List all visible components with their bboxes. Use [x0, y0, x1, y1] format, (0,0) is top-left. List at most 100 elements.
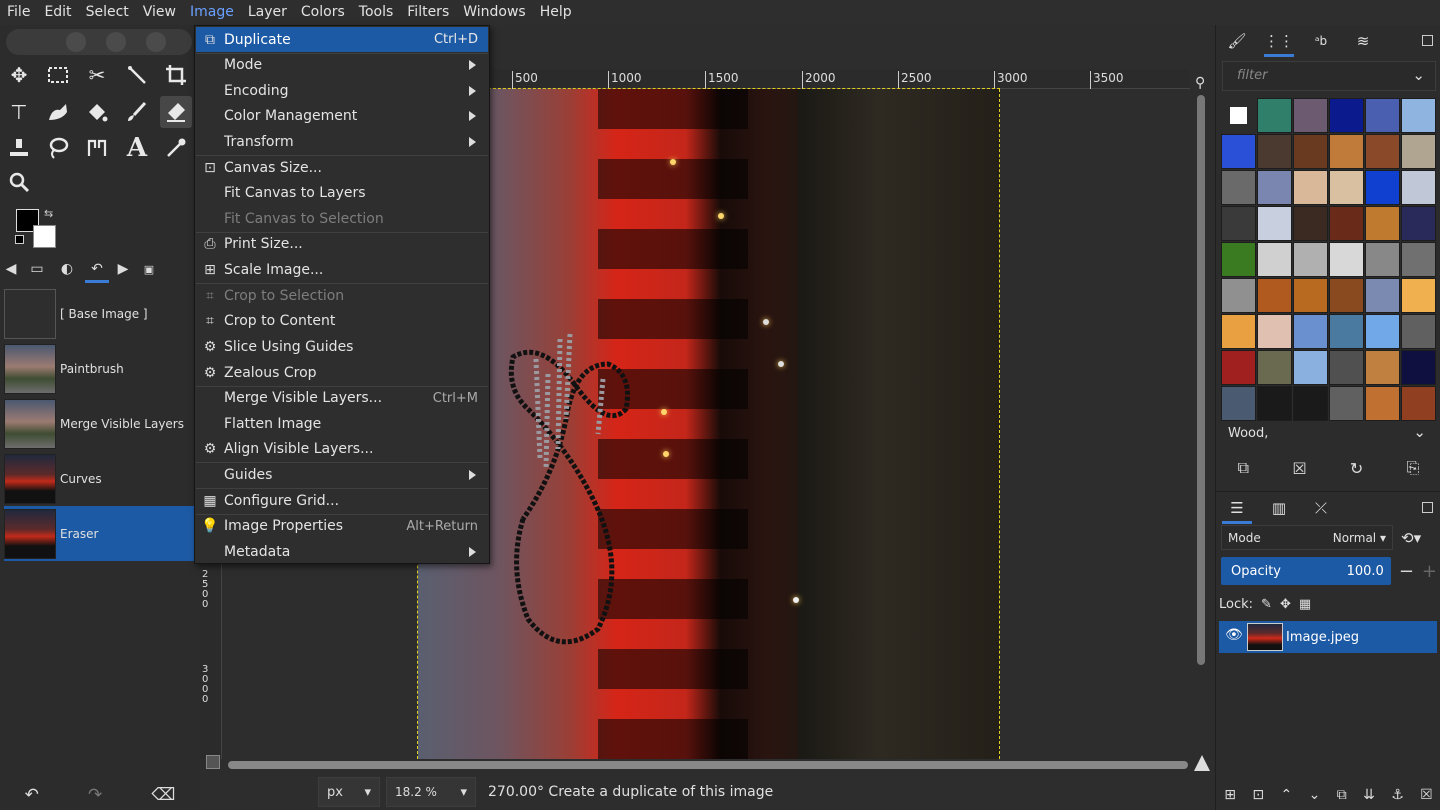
raise-layer-icon[interactable]: ⌃	[1280, 787, 1292, 803]
pattern-swatch[interactable]	[1221, 278, 1256, 313]
menu-item-crop-to-content[interactable]: ⌗ Crop to Content	[196, 309, 488, 334]
pattern-swatch[interactable]	[1365, 314, 1400, 349]
eye-icon[interactable]: 👁	[1225, 627, 1243, 643]
menu-select[interactable]: Select	[79, 0, 136, 25]
pattern-swatch[interactable]	[1257, 242, 1292, 277]
color-picker-tool-icon[interactable]	[160, 132, 192, 164]
lock-alpha-icon[interactable]: ▦	[1299, 597, 1311, 612]
zoom-select[interactable]: 18.2 % ▾	[386, 777, 476, 807]
navigate-icon[interactable]	[1194, 755, 1210, 771]
menu-item-configure-grid[interactable]: ▦ Configure Grid...	[196, 488, 488, 513]
chevron-down-icon[interactable]: ⌄	[1413, 423, 1426, 441]
pattern-swatch[interactable]	[1221, 170, 1256, 205]
tab-fonts-icon[interactable]: ᵃb	[1300, 25, 1342, 57]
menu-item-merge-visible-layers[interactable]: Merge Visible Layers... Ctrl+M	[196, 386, 488, 411]
menu-view[interactable]: View	[136, 0, 183, 25]
tab-brushes-icon[interactable]: 🖌	[1216, 25, 1258, 57]
pattern-swatch[interactable]	[1401, 314, 1436, 349]
pattern-swatch[interactable]	[1401, 170, 1436, 205]
tab-scroll-left-icon[interactable]: ◀	[0, 255, 22, 283]
opacity-slider[interactable]: Opacity 100.0	[1221, 557, 1391, 585]
pattern-swatch[interactable]	[1293, 350, 1328, 385]
zoom-tool-icon[interactable]	[3, 166, 35, 198]
pattern-swatch[interactable]	[1329, 206, 1364, 241]
paths-tool-icon[interactable]	[81, 132, 113, 164]
pattern-swatch[interactable]	[1365, 98, 1400, 133]
smudge-tool-icon[interactable]	[42, 96, 74, 128]
history-item[interactable]: Eraser	[4, 506, 194, 561]
menu-item-guides[interactable]: Guides	[196, 462, 488, 487]
pattern-swatch[interactable]	[1365, 386, 1400, 421]
pattern-filter-input[interactable]: filter ⌄	[1222, 61, 1436, 91]
menu-file[interactable]: File	[0, 0, 37, 25]
pattern-swatch[interactable]	[1257, 314, 1292, 349]
pattern-swatch[interactable]	[1293, 170, 1328, 205]
rect-select-tool-icon[interactable]	[42, 59, 74, 91]
clear-history-icon[interactable]: ⌫	[151, 785, 175, 805]
new-layer-icon[interactable]: ⊞	[1224, 787, 1236, 803]
pattern-swatch[interactable]	[1257, 350, 1292, 385]
pattern-swatch[interactable]	[1401, 98, 1436, 133]
reset-colors-icon[interactable]	[15, 235, 24, 244]
menu-image[interactable]: Image	[183, 0, 241, 25]
paintbrush-tool-icon[interactable]	[121, 96, 153, 128]
scissors-tool-icon[interactable]: ✂	[81, 59, 113, 91]
image-canvas[interactable]	[418, 89, 1000, 759]
background-color-swatch[interactable]	[33, 225, 56, 248]
redo-icon[interactable]: ↷	[88, 785, 102, 805]
pattern-swatch[interactable]	[1365, 242, 1400, 277]
crop-tool-icon[interactable]	[160, 59, 192, 91]
text-tool-icon[interactable]: A	[121, 132, 153, 164]
menu-tools[interactable]: Tools	[352, 0, 401, 25]
pattern-swatch[interactable]	[1221, 350, 1256, 385]
pattern-swatch[interactable]	[1293, 242, 1328, 277]
layer-mode-select[interactable]: Mode Normal ▾	[1221, 525, 1393, 550]
dock-menu-icon[interactable]	[1422, 35, 1433, 46]
pattern-swatch[interactable]	[1221, 98, 1256, 133]
pattern-swatch[interactable]	[1221, 386, 1256, 421]
horizontal-scrollbar[interactable]	[228, 761, 1188, 769]
menu-item-flatten-image[interactable]: Flatten Image	[196, 411, 488, 436]
menu-item-encoding[interactable]: Encoding	[196, 78, 488, 103]
menu-item-metadata[interactable]: Metadata	[196, 539, 488, 564]
pattern-swatch[interactable]	[1293, 134, 1328, 169]
clone-tool-icon[interactable]	[3, 132, 35, 164]
pattern-swatch[interactable]	[1293, 386, 1328, 421]
bucket-fill-tool-icon[interactable]	[81, 96, 113, 128]
pattern-swatch[interactable]	[1221, 242, 1256, 277]
dock-menu-icon[interactable]: ▣	[134, 255, 164, 283]
menu-layer[interactable]: Layer	[241, 0, 294, 25]
warp-transform-tool-icon[interactable]: ⊤	[3, 96, 35, 128]
pattern-swatch[interactable]	[1365, 278, 1400, 313]
pattern-swatch[interactable]	[1401, 278, 1436, 313]
menu-item-slice-using-guides[interactable]: ⚙ Slice Using Guides	[196, 334, 488, 359]
pattern-swatch[interactable]	[1329, 278, 1364, 313]
zoom-follow-icon[interactable]: ⚲	[1195, 75, 1205, 91]
lasso-tool-icon[interactable]	[42, 132, 74, 164]
menu-item-canvas-size[interactable]: ⊡ Canvas Size...	[196, 155, 488, 180]
eraser-tool-icon[interactable]	[160, 96, 192, 128]
pattern-swatch[interactable]	[1329, 242, 1364, 277]
pattern-swatch[interactable]	[1365, 134, 1400, 169]
menu-item-crop-to-selection[interactable]: ⌗ Crop to Selection	[196, 283, 488, 308]
undo-icon[interactable]: ↶	[25, 785, 39, 805]
unit-select[interactable]: px ▾	[318, 777, 380, 807]
pattern-swatch[interactable]	[1257, 98, 1292, 133]
merge-layer-icon[interactable]: ⇊	[1363, 787, 1375, 803]
layer-item[interactable]: 👁 Image.jpeg	[1219, 621, 1437, 653]
pattern-swatch[interactable]	[1329, 170, 1364, 205]
menu-item-duplicate[interactable]: ⧉ Duplicate Ctrl+D	[196, 27, 488, 52]
menu-windows[interactable]: Windows	[456, 0, 533, 25]
new-group-icon[interactable]: ⊡	[1252, 787, 1264, 803]
tab-patterns-icon[interactable]: ⋮⋮	[1258, 25, 1300, 57]
tab-devices-icon[interactable]: ▭	[22, 255, 52, 283]
duplicate-pattern-icon[interactable]: ⧉	[1238, 458, 1249, 478]
history-item[interactable]: Merge Visible Layers	[4, 396, 194, 451]
menu-item-fit-canvas-to-layers[interactable]: Fit Canvas to Layers	[196, 181, 488, 206]
history-item[interactable]: [ Base Image ]	[4, 286, 194, 341]
pattern-swatch[interactable]	[1293, 278, 1328, 313]
pattern-swatch[interactable]	[1329, 98, 1364, 133]
pattern-swatch[interactable]	[1401, 242, 1436, 277]
tab-images-icon[interactable]: ◐	[52, 255, 82, 283]
pattern-swatch[interactable]	[1257, 170, 1292, 205]
